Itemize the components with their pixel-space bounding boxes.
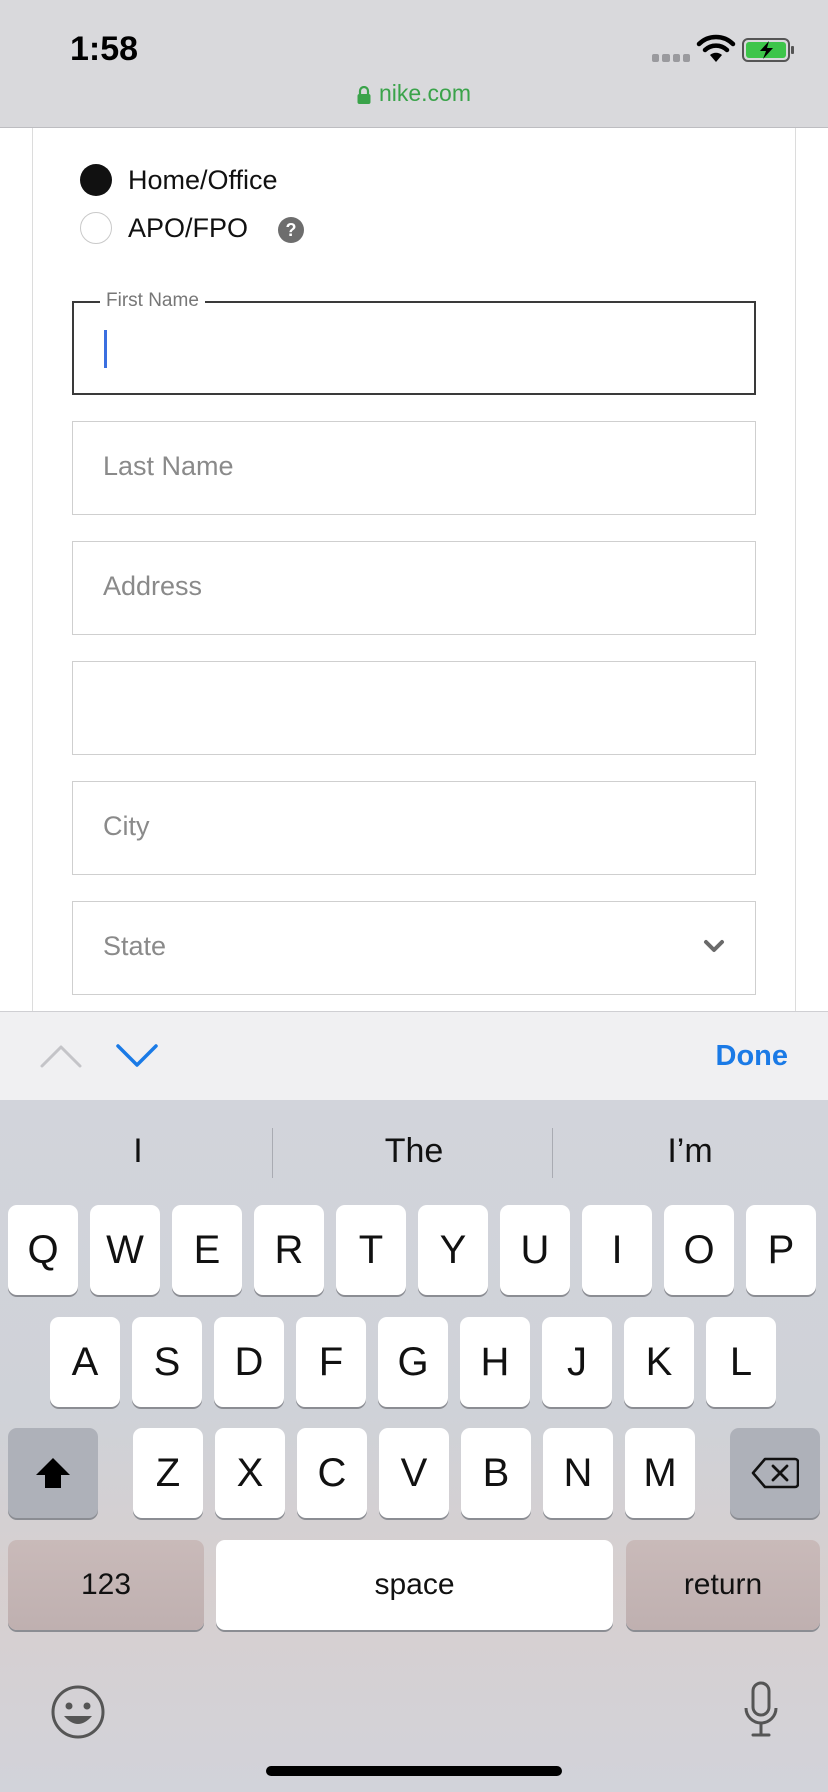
- delete-key[interactable]: [730, 1428, 820, 1518]
- address-field[interactable]: Address: [72, 541, 756, 635]
- key-e[interactable]: E: [172, 1205, 242, 1295]
- text-caret: [104, 330, 107, 368]
- emoji-icon[interactable]: [50, 1684, 106, 1740]
- shift-key[interactable]: [8, 1428, 98, 1518]
- key-o[interactable]: O: [664, 1205, 734, 1295]
- key-x[interactable]: X: [215, 1428, 285, 1518]
- key-w[interactable]: W: [90, 1205, 160, 1295]
- status-bar: 1:58 nike.com: [0, 0, 828, 128]
- key-k[interactable]: K: [624, 1317, 694, 1407]
- radio-selected-icon[interactable]: [80, 164, 112, 196]
- suggestion-3[interactable]: I’m: [552, 1132, 828, 1171]
- radio-label-home-office: Home/Office: [128, 164, 278, 195]
- suggestion-1[interactable]: I: [0, 1132, 276, 1171]
- key-i[interactable]: I: [582, 1205, 652, 1295]
- key-u[interactable]: U: [500, 1205, 570, 1295]
- radio-label-apo-fpo: APO/FPO: [128, 212, 249, 243]
- key-g[interactable]: G: [378, 1317, 448, 1407]
- backspace-icon: [751, 1457, 799, 1489]
- key-m[interactable]: M: [625, 1428, 695, 1518]
- key-n[interactable]: N: [543, 1428, 613, 1518]
- shift-arrow-icon: [36, 1458, 70, 1488]
- radio-home-office[interactable]: Home/Office: [80, 164, 278, 196]
- key-h[interactable]: H: [460, 1317, 530, 1407]
- done-button[interactable]: Done: [716, 1040, 789, 1073]
- key-a[interactable]: A: [50, 1317, 120, 1407]
- key-z[interactable]: Z: [133, 1428, 203, 1518]
- wifi-icon: [696, 34, 736, 62]
- key-b[interactable]: B: [461, 1428, 531, 1518]
- signal-icon: [652, 54, 690, 62]
- key-l[interactable]: L: [706, 1317, 776, 1407]
- key-t[interactable]: T: [336, 1205, 406, 1295]
- return-key[interactable]: return: [626, 1540, 820, 1630]
- key-v[interactable]: V: [379, 1428, 449, 1518]
- last-name-field[interactable]: Last Name: [72, 421, 756, 515]
- key-j[interactable]: J: [542, 1317, 612, 1407]
- microphone-icon[interactable]: [742, 1680, 780, 1740]
- next-field-chevron-down-icon[interactable]: [114, 1042, 160, 1070]
- radio-unselected-icon[interactable]: [80, 212, 112, 244]
- lock-icon: [357, 86, 371, 104]
- radio-apo-fpo[interactable]: APO/FPO ?: [80, 212, 305, 244]
- key-r[interactable]: R: [254, 1205, 324, 1295]
- keyboard-accessory-bar: Done: [0, 1011, 828, 1102]
- first-name-label: First Name: [100, 290, 205, 312]
- address-placeholder: Address: [103, 571, 203, 601]
- city-placeholder: City: [103, 811, 150, 841]
- city-field[interactable]: City: [72, 781, 756, 875]
- state-placeholder: State: [103, 931, 167, 961]
- space-key[interactable]: space: [216, 1540, 613, 1630]
- state-select[interactable]: State: [72, 901, 756, 995]
- key-s[interactable]: S: [132, 1317, 202, 1407]
- key-q[interactable]: Q: [8, 1205, 78, 1295]
- address-line-2-field[interactable]: [72, 661, 756, 755]
- chevron-down-icon: [704, 940, 724, 952]
- checkout-form-area: Home/Office APO/FPO ? First Name Last Na…: [0, 128, 828, 1011]
- key-c[interactable]: C: [297, 1428, 367, 1518]
- key-p[interactable]: P: [746, 1205, 816, 1295]
- status-time: 1:58: [70, 30, 139, 68]
- predictive-bar: I The I’m: [0, 1100, 828, 1208]
- last-name-placeholder: Last Name: [103, 451, 234, 481]
- url-text: nike.com: [378, 80, 472, 106]
- key-d[interactable]: D: [214, 1317, 284, 1407]
- url-bar[interactable]: nike.com: [0, 80, 828, 107]
- suggestion-divider: [272, 1128, 273, 1178]
- home-indicator: [266, 1766, 562, 1776]
- key-f[interactable]: F: [296, 1317, 366, 1407]
- battery-charging-icon: [742, 38, 794, 62]
- numbers-key[interactable]: 123: [8, 1540, 204, 1630]
- help-icon[interactable]: ?: [278, 217, 305, 243]
- first-name-field[interactable]: First Name: [72, 290, 756, 395]
- key-y[interactable]: Y: [418, 1205, 488, 1295]
- previous-field-chevron-up-icon[interactable]: [38, 1042, 84, 1070]
- suggestion-2[interactable]: The: [276, 1132, 552, 1171]
